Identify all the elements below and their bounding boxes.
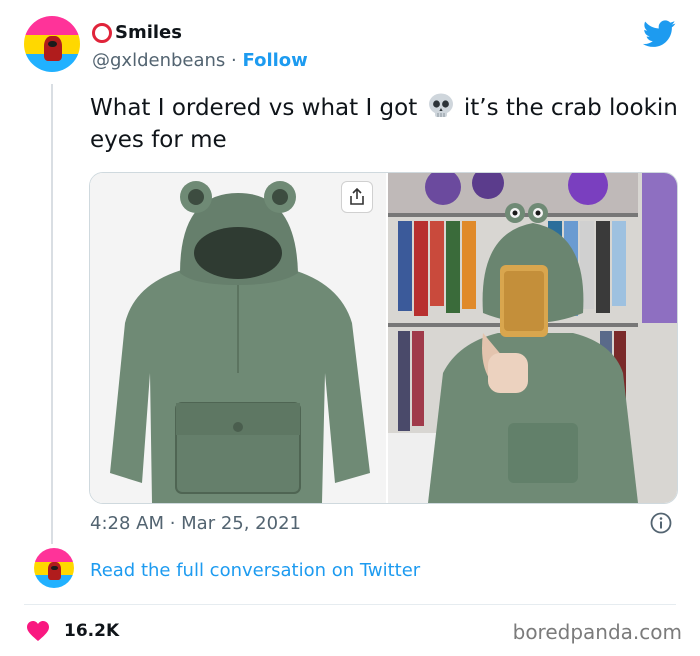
mirror-selfie-illustration — [388, 173, 677, 503]
display-name[interactable]: Smiles — [115, 22, 182, 43]
user-handle[interactable]: @gxldenbeans — [92, 50, 225, 71]
tweet-timestamp[interactable]: 4:28 AM · Mar 25, 2021 — [90, 513, 301, 534]
thread-connector-line — [51, 84, 53, 544]
received-hoodie-image[interactable] — [388, 173, 677, 503]
avatar-small[interactable] — [34, 548, 74, 588]
read-conversation-link[interactable]: Read the full conversation on Twitter — [90, 560, 420, 581]
info-icon[interactable] — [650, 512, 672, 534]
username-row[interactable]: Smiles — [92, 22, 182, 43]
share-icon[interactable] — [341, 181, 373, 213]
tweet-text: What I ordered vs what I got it’s the cr… — [90, 92, 680, 156]
handle-row: @gxldenbeans · Follow — [92, 50, 308, 71]
frog-hoodie-illustration — [90, 173, 386, 503]
twitter-logo-icon[interactable] — [643, 20, 676, 48]
ring-icon — [92, 22, 112, 43]
ordered-hoodie-image[interactable] — [90, 173, 386, 503]
like-count: 16.2K — [64, 621, 120, 641]
heart-icon — [27, 621, 49, 641]
media-container[interactable] — [89, 172, 678, 504]
tweet-text-part-1: What I ordered vs what I got — [90, 95, 418, 121]
avatar[interactable] — [24, 16, 80, 72]
follow-button[interactable]: Follow — [243, 50, 308, 71]
separator-dot: · — [231, 50, 237, 71]
watermark: boredpanda.com — [512, 620, 682, 644]
divider — [24, 604, 676, 605]
skull-icon — [428, 93, 453, 117]
like-button[interactable]: 16.2K — [26, 620, 119, 642]
